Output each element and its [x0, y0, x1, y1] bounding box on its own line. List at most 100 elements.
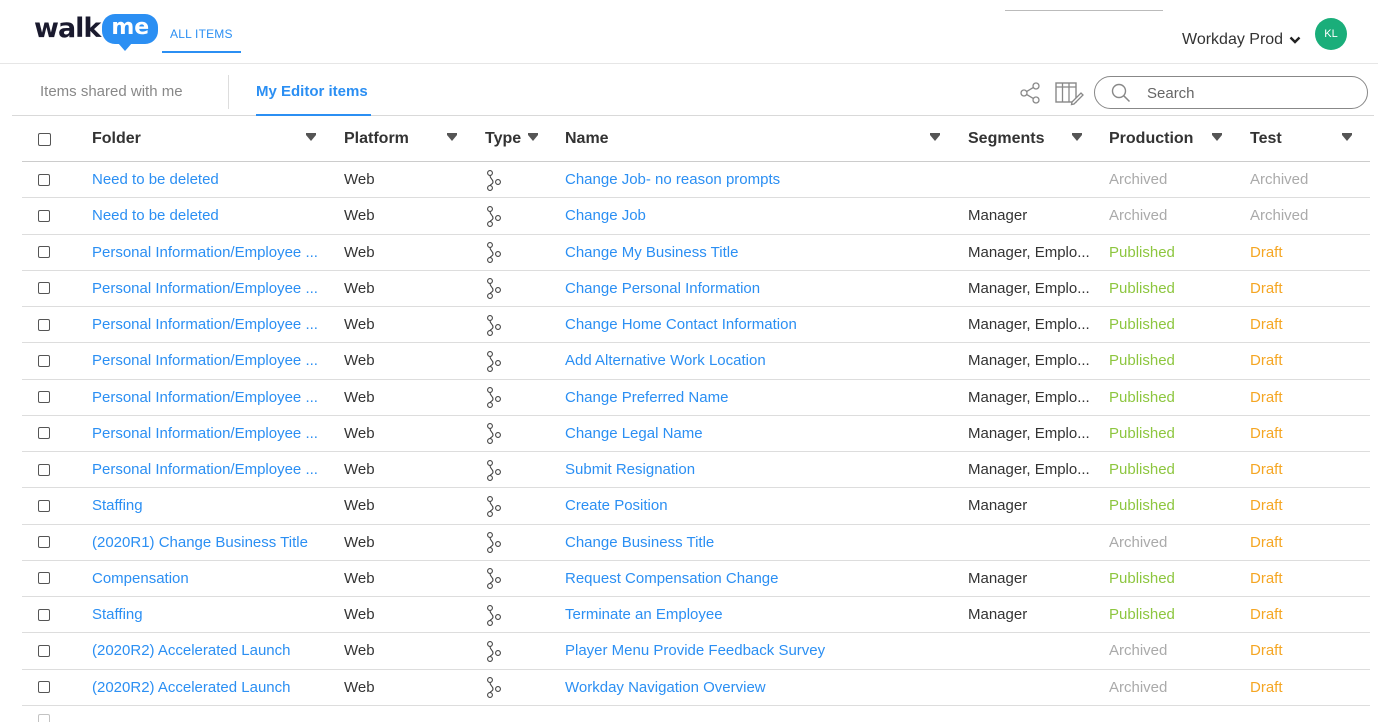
filter-name-icon[interactable]	[930, 133, 940, 141]
table-row[interactable]: Staffing Web Terminate an Employee Manager P…	[22, 597, 1370, 634]
folder-link[interactable]: Staffing	[92, 488, 328, 523]
row-checkbox-cell	[38, 416, 52, 451]
avatar[interactable]: KL	[1315, 18, 1347, 50]
table-row[interactable]: Need to be deleted Web Change Job- no reas…	[22, 162, 1370, 199]
item-name-link[interactable]: Terminate an Employee	[565, 597, 945, 632]
table-row[interactable]: Personal Information/Employee ... Web Chan…	[22, 271, 1370, 307]
production-status: Archived	[1109, 642, 1168, 660]
item-name-link[interactable]: Change Personal Information	[565, 271, 945, 306]
table-row[interactable]: (2020R2) Accelerated Launch Web Player Men…	[22, 633, 1370, 670]
row-checkbox[interactable]	[38, 608, 50, 621]
row-checkbox[interactable]	[38, 173, 50, 186]
walkme-logo[interactable]: walk me	[34, 14, 159, 51]
share-icon[interactable]	[1018, 81, 1042, 105]
test-status: Draft	[1250, 461, 1283, 479]
item-name-link[interactable]: Change Home Contact Information	[565, 307, 945, 342]
platform-value: Web	[344, 352, 375, 370]
row-checkbox[interactable]	[38, 246, 50, 259]
item-name-link[interactable]: Request Compensation Change	[565, 561, 945, 596]
table-row[interactable]: Personal Information/Employee ... Web Chan…	[22, 416, 1370, 452]
production-status: Published	[1109, 243, 1175, 261]
folder-link[interactable]: Personal Information/Employee ...	[92, 452, 328, 487]
row-checkbox[interactable]	[38, 536, 50, 549]
flow-icon	[487, 387, 501, 409]
row-checkbox[interactable]	[38, 713, 50, 722]
select-all-checkbox[interactable]	[38, 132, 51, 146]
folder-link[interactable]: Personal Information/Employee ...	[92, 380, 328, 415]
production-status: Published	[1109, 606, 1175, 624]
item-name-link[interactable]: Create Position	[565, 488, 945, 523]
row-checkbox[interactable]	[38, 282, 50, 295]
filter-folder-icon[interactable]	[306, 133, 316, 141]
item-name-link[interactable]: Submit Resignation	[565, 452, 945, 487]
platform-value: Web	[344, 279, 375, 297]
filter-segments-icon[interactable]	[1072, 133, 1082, 141]
filter-test-icon[interactable]	[1342, 133, 1352, 141]
row-checkbox[interactable]	[38, 463, 50, 476]
table-row[interactable]: Compensation Web Request Compensation Chan…	[22, 561, 1370, 597]
item-name-link[interactable]: Add Alternative Work Location	[565, 343, 945, 378]
row-checkbox[interactable]	[38, 209, 50, 222]
row-checkbox[interactable]	[38, 499, 50, 512]
environment-selector[interactable]: Workday Prod	[1182, 31, 1301, 49]
folder-link[interactable]: Staffing	[92, 597, 328, 632]
folder-link[interactable]: Need to be deleted	[92, 162, 328, 197]
item-name-link[interactable]: Change Job	[565, 198, 945, 233]
item-name-link[interactable]: Workday Navigation Overview	[565, 670, 945, 705]
column-header-platform[interactable]: Platform	[344, 117, 464, 161]
table-row[interactable]: (2020R1) Change Business Title Web Change …	[22, 525, 1370, 561]
column-header-folder[interactable]: Folder	[92, 117, 328, 161]
column-header-type[interactable]: Type	[485, 117, 555, 161]
table-row[interactable]: Need to be deleted Web Change Job Manager Ar…	[22, 198, 1370, 235]
row-checkbox[interactable]	[38, 572, 50, 585]
flow-icon	[487, 423, 501, 445]
filter-platform-icon[interactable]	[447, 133, 457, 141]
folder-link[interactable]: (2020R1) Change Business Title	[92, 525, 328, 560]
filter-production-icon[interactable]	[1212, 133, 1222, 141]
items-table: Folder Platform Type Name Segments Produ…	[22, 117, 1370, 722]
production-status: Archived	[1109, 171, 1168, 189]
folder-link[interactable]: Need to be deleted	[92, 198, 328, 233]
row-checkbox[interactable]	[38, 681, 50, 694]
folder-link[interactable]: Compensation	[92, 561, 328, 596]
type-cell	[485, 235, 555, 270]
item-name-link[interactable]: Player Menu Provide Feedback Survey	[565, 633, 945, 668]
table-row[interactable]: Staffing Web Create Position Manager Publish…	[22, 488, 1370, 525]
nav-all-items[interactable]: ALL ITEMS	[162, 25, 241, 53]
row-checkbox[interactable]	[38, 391, 50, 404]
item-name-link[interactable]: Change Business Title	[565, 525, 945, 560]
flow-icon	[487, 350, 501, 372]
row-checkbox[interactable]	[38, 318, 50, 331]
table-row[interactable]: (2020R2) Accelerated Launch Web Workday Na…	[22, 670, 1370, 706]
production-status: Published	[1109, 316, 1175, 334]
search-input[interactable]	[1147, 82, 1347, 104]
item-name-link[interactable]: Change Job- no reason prompts	[565, 162, 945, 197]
row-checkbox[interactable]	[38, 644, 50, 657]
table-row[interactable]: Personal Information/Employee ... Web Chan…	[22, 380, 1370, 416]
row-checkbox[interactable]	[38, 354, 50, 367]
search-box[interactable]	[1094, 76, 1368, 109]
filter-type-icon[interactable]	[528, 133, 538, 141]
table-row[interactable]: Personal Information/Employee ... Web Chan…	[22, 235, 1370, 271]
row-checkbox[interactable]	[38, 427, 50, 440]
item-name-link[interactable]: Change Legal Name	[565, 416, 945, 451]
folder-link[interactable]: Personal Information/Employee ...	[92, 307, 328, 342]
table-row[interactable]: Personal Information/Employee ... Web Add …	[22, 343, 1370, 380]
table-row[interactable]: Personal Information/Employee ... Web Chan…	[22, 307, 1370, 344]
tab-items-shared-with-me[interactable]: Items shared with me	[40, 81, 183, 116]
folder-link[interactable]: Personal Information/Employee ...	[92, 343, 328, 378]
columns-edit-icon[interactable]	[1054, 80, 1084, 106]
folder-link[interactable]: Personal Information/Employee ...	[92, 416, 328, 451]
folder-link[interactable]: (2020R2) Accelerated Launch	[92, 633, 328, 668]
table-row[interactable]: Personal Information/Employee ... Web Subm…	[22, 452, 1370, 489]
column-header-name[interactable]: Name	[565, 117, 945, 161]
segments-value: Manager, Emplo...	[968, 243, 1090, 261]
folder-link[interactable]: (2020R2) Accelerated Launch	[92, 670, 328, 705]
tab-my-editor-items[interactable]: My Editor items	[256, 81, 371, 116]
column-header-production[interactable]: Production	[1109, 117, 1229, 161]
test-status: Draft	[1250, 243, 1283, 261]
folder-link[interactable]: Personal Information/Employee ...	[92, 271, 328, 306]
item-name-link[interactable]: Change My Business Title	[565, 235, 945, 270]
item-name-link[interactable]: Change Preferred Name	[565, 380, 945, 415]
folder-link[interactable]: Personal Information/Employee ...	[92, 235, 328, 270]
